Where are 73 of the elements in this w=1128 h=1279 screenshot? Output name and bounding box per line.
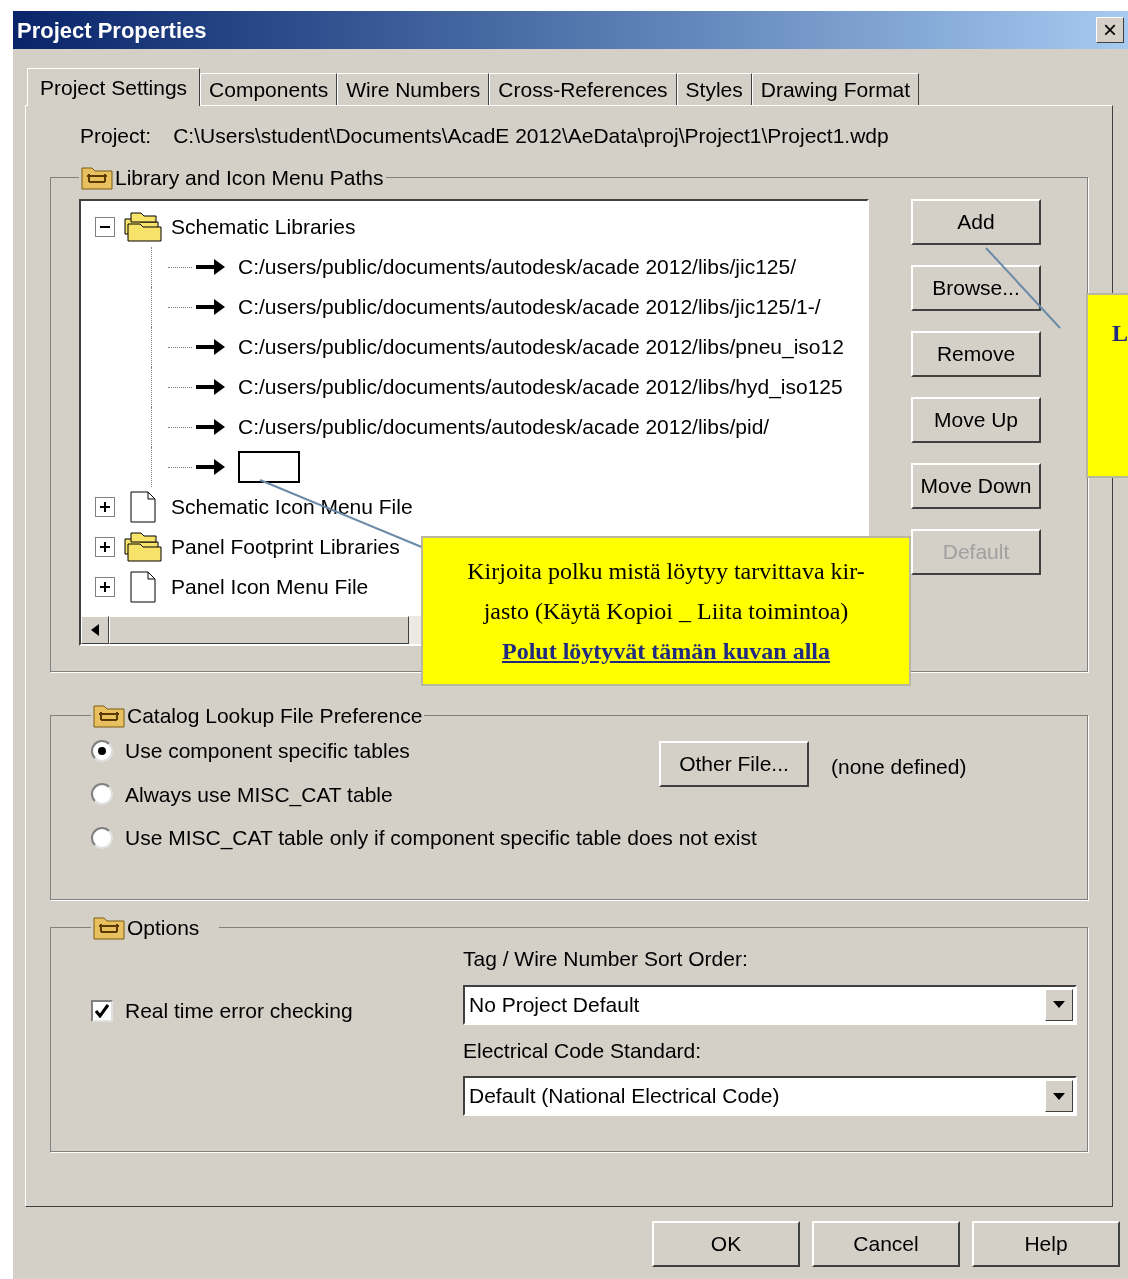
expand-toggle[interactable] (95, 577, 115, 597)
tree-item[interactable]: C:/users/public/documents/autodesk/acade 2012/libs/jic125/ (238, 251, 796, 283)
tab[interactable]: Drawing Format (751, 73, 920, 105)
arrow-icon (196, 377, 226, 397)
tab[interactable]: Wire Numbers (337, 73, 490, 105)
tab[interactable]: Cross-References (489, 73, 677, 105)
scroll-thumb[interactable] (109, 616, 409, 644)
radio-button[interactable] (91, 783, 113, 806)
folder-icon (81, 164, 113, 191)
button[interactable]: Browse... (911, 265, 1041, 311)
dropdown[interactable]: Default (National Electrical Code) (463, 1076, 1077, 1116)
arrow-icon (196, 457, 226, 477)
input-field[interactable] (238, 451, 300, 483)
tab[interactable]: Components (200, 73, 338, 105)
button[interactable]: Add (911, 199, 1041, 245)
group-title: Options (127, 914, 201, 941)
tree-item[interactable]: Schematic Icon Menu File (171, 491, 413, 523)
tree-item[interactable]: C:/users/public/documents/autodesk/acade 2012/libs/jic125/1-/ (238, 291, 821, 323)
radio-button[interactable] (91, 826, 113, 849)
link[interactable]: Polut löytyvät tämän kuvan alla (502, 631, 830, 671)
radio-label: Use component specific tables (125, 738, 410, 764)
other-file-button[interactable]: Other File... (659, 741, 809, 787)
left-arrow-icon (91, 624, 99, 636)
document-icon (129, 571, 157, 603)
close-button[interactable]: × (1096, 17, 1124, 43)
tree-item[interactable]: C:/users/public/documents/autodesk/acade 2012/libs/pneu_iso12 (238, 331, 844, 363)
arrow-icon (196, 337, 226, 357)
folder-icon (93, 702, 125, 729)
arrow-icon (196, 297, 226, 317)
expand-toggle[interactable] (95, 537, 115, 557)
callout-tooltip: L (1086, 293, 1128, 478)
tab[interactable]: Project Settings (27, 68, 201, 106)
tree-item[interactable]: Schematic Libraries (171, 211, 356, 243)
group-title: Library and Icon Menu Paths (115, 164, 384, 191)
button[interactable]: Move Down (911, 463, 1041, 509)
checkbox-label: Real time error checking (125, 998, 353, 1024)
button[interactable]: Cancel (812, 1221, 960, 1267)
document-icon (129, 491, 157, 523)
dropdown-arrow-icon (1053, 1092, 1065, 1100)
callout-tooltip: Kirjoita polku mistä löytyy tarvittava kir- jasto (Käytä Kopioi _ Liita toimintoa) Polut löytyvät tämän kuvan alla (421, 536, 911, 686)
arrow-icon (196, 257, 226, 277)
group-title: Catalog Lookup File Preference (127, 702, 423, 729)
field-label: Electrical Code Standard: (463, 1037, 703, 1064)
tab[interactable]: Styles (676, 73, 752, 105)
field-label: Tag / Wire Number Sort Order: (463, 946, 749, 972)
folder-stack-icon (123, 531, 163, 563)
checkbox[interactable] (91, 999, 113, 1022)
project-path: C:\Users\student\Documents\AcadE 2012\AeData\proj\Project1\Project1.wdp (173, 123, 889, 149)
folder-icon (93, 914, 125, 941)
folder-stack-icon (123, 211, 163, 243)
button[interactable]: OK (652, 1221, 800, 1267)
button[interactable]: Help (972, 1221, 1120, 1267)
window-title: Project Properties (17, 16, 207, 45)
radio-label: Use MISC_CAT table only if component specific table does not exist (125, 825, 757, 852)
tree-item[interactable]: C:/users/public/documents/autodesk/acade 2012/libs/pid/ (238, 411, 770, 443)
radio-label: Always use MISC_CAT table (125, 781, 393, 809)
plus-icon (99, 541, 111, 553)
expand-toggle[interactable] (95, 497, 115, 517)
collapse-toggle[interactable] (95, 217, 115, 237)
scroll-left-button[interactable] (81, 616, 109, 644)
tree-item[interactable]: Panel Footprint Libraries (171, 531, 400, 563)
plus-icon (99, 501, 111, 513)
tree-item[interactable]: C:/users/public/documents/autodesk/acade 2012/libs/hyd_iso125 (238, 371, 843, 403)
status-note: (none defined) (831, 754, 967, 780)
button[interactable]: Move Up (911, 397, 1041, 443)
button[interactable]: Remove (911, 331, 1041, 377)
project-label: Project: (80, 123, 152, 149)
dropdown[interactable]: No Project Default (463, 984, 1077, 1025)
radio-button[interactable] (91, 739, 113, 762)
plus-icon (99, 581, 111, 593)
dropdown-arrow-icon (1053, 1001, 1065, 1008)
arrow-icon (196, 417, 226, 437)
tree-item[interactable]: Panel Icon Menu File (171, 571, 369, 603)
